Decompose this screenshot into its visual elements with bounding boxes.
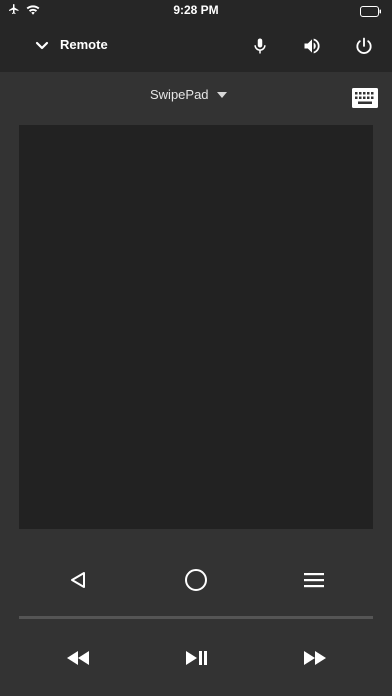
microphone-button[interactable] (248, 34, 272, 58)
header-title: Remote (60, 37, 108, 52)
media-row (0, 640, 392, 676)
swipe-pad[interactable] (19, 125, 373, 529)
menu-icon (304, 573, 324, 588)
dropdown-arrow-icon (216, 91, 227, 98)
home-button[interactable] (182, 568, 210, 592)
status-time: 9:28 PM (173, 3, 219, 17)
mode-label: SwipePad (150, 87, 209, 102)
back-button[interactable] (64, 568, 92, 592)
mode-row: SwipePad (0, 72, 392, 120)
status-bar: 9:28 PM (0, 0, 392, 20)
power-button[interactable] (352, 34, 376, 58)
collapse-button[interactable] (32, 36, 52, 56)
mode-selector[interactable]: SwipePad (150, 87, 227, 102)
rewind-icon (67, 651, 89, 665)
keyboard-button[interactable] (352, 88, 378, 108)
volume-icon (304, 38, 320, 54)
back-icon (71, 572, 85, 588)
divider (19, 616, 373, 619)
home-icon (185, 569, 207, 591)
fast-forward-button[interactable] (302, 648, 328, 668)
power-icon (356, 37, 372, 54)
rewind-button[interactable] (65, 648, 91, 668)
menu-button[interactable] (300, 568, 328, 592)
microphone-icon (254, 38, 266, 54)
play-pause-icon (186, 651, 207, 665)
fast-forward-icon (304, 651, 326, 665)
navigation-row (0, 560, 392, 600)
chevron-down-icon (35, 41, 49, 50)
play-pause-button[interactable] (184, 648, 210, 668)
keyboard-icon (352, 88, 378, 108)
volume-button[interactable] (300, 34, 324, 58)
app-header: Remote (0, 20, 392, 72)
